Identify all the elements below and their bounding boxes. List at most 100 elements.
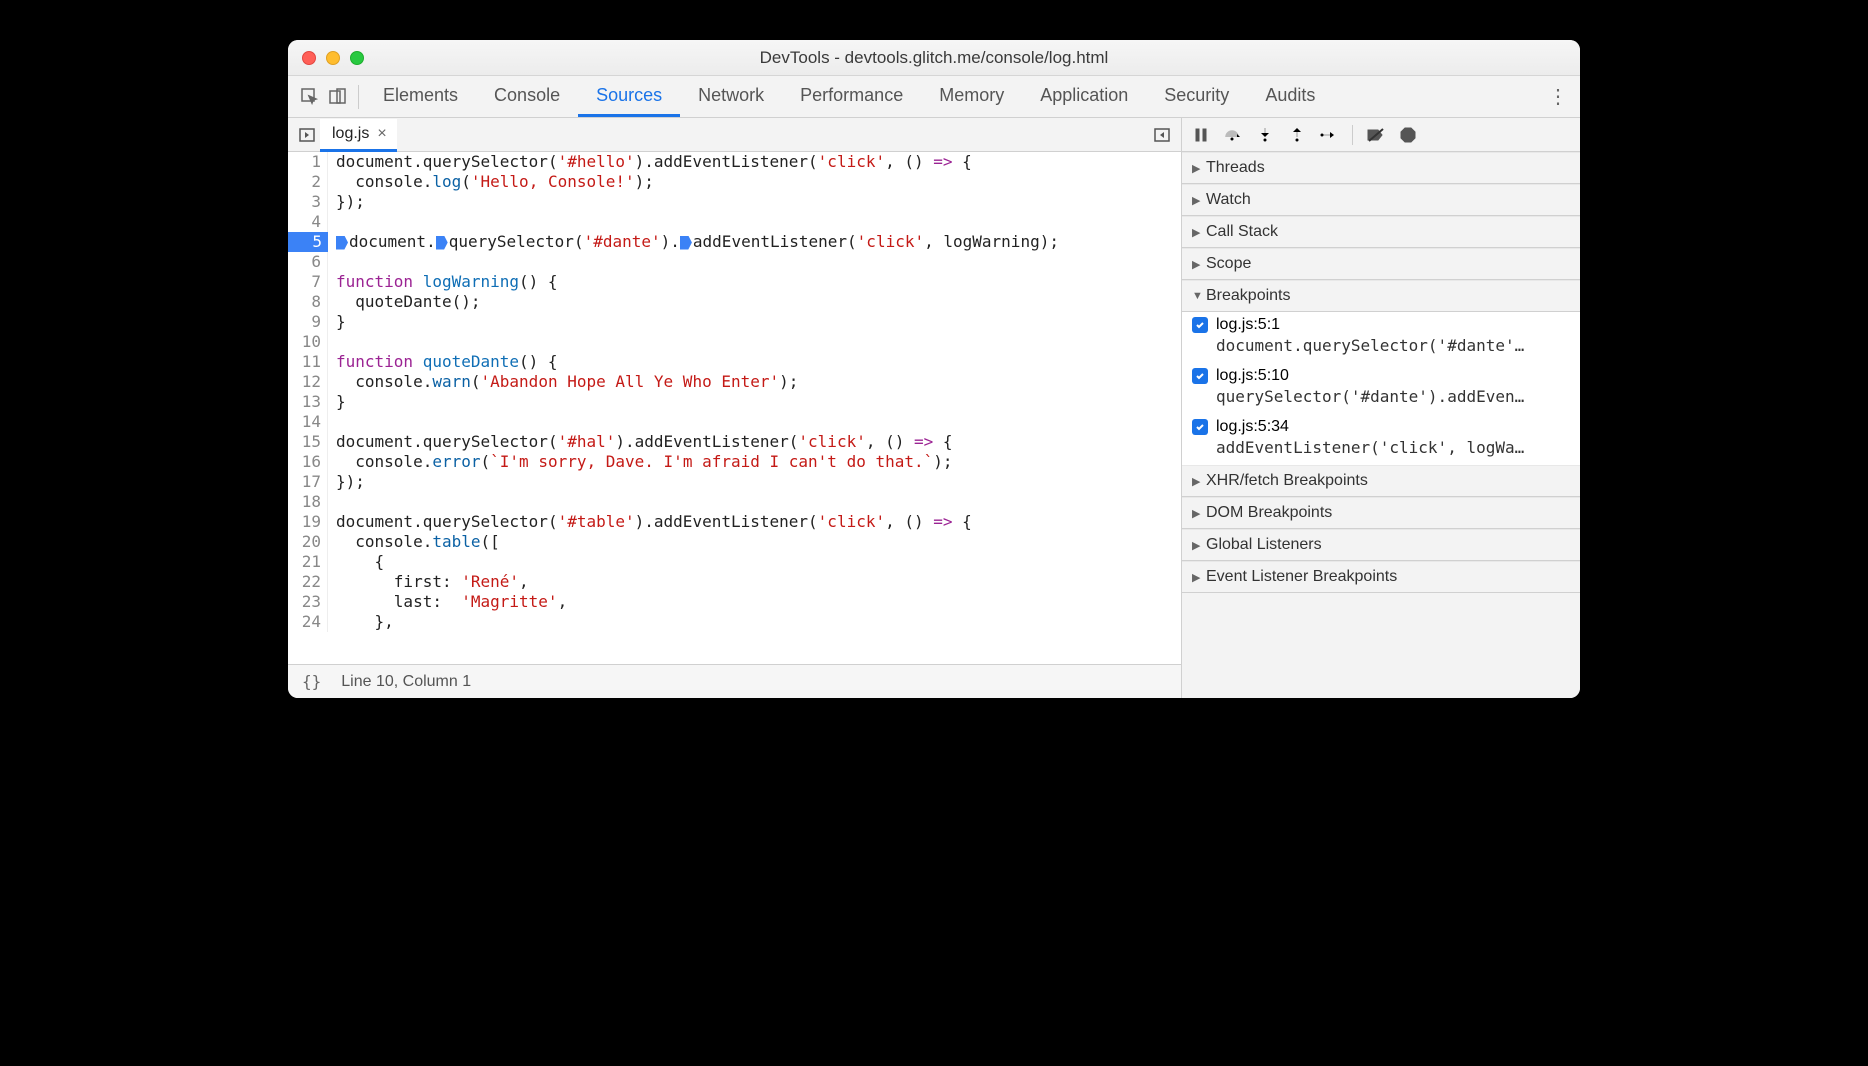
source-line[interactable]: function quoteDante() {: [328, 352, 558, 372]
gutter-line-number[interactable]: 4: [288, 212, 328, 232]
source-line[interactable]: document.querySelector('#table').addEven…: [328, 512, 972, 532]
step-out-icon[interactable]: [1286, 124, 1308, 146]
source-line[interactable]: last: 'Magritte',: [328, 592, 567, 612]
code-line: 6: [288, 252, 1181, 272]
step-into-icon[interactable]: [1254, 124, 1276, 146]
tab-console[interactable]: Console: [476, 76, 578, 117]
triangle-right-icon: ▶: [1192, 475, 1206, 488]
device-toggle-icon[interactable]: [324, 83, 352, 111]
snippets-toggle-icon[interactable]: [1149, 122, 1175, 148]
source-line[interactable]: [328, 492, 336, 512]
breakpoint-checkbox[interactable]: [1192, 368, 1208, 384]
pane-label: XHR/fetch Breakpoints: [1206, 472, 1368, 490]
code-line: 1document.querySelector('#hello').addEve…: [288, 152, 1181, 172]
breakpoint-item[interactable]: log.js:5:1document.querySelector('#dante…: [1182, 312, 1580, 363]
close-file-icon[interactable]: ×: [377, 125, 386, 143]
gutter-line-number[interactable]: 3: [288, 192, 328, 212]
source-line[interactable]: [328, 332, 336, 352]
pane-label: DOM Breakpoints: [1206, 504, 1332, 522]
source-line[interactable]: [328, 252, 336, 272]
pane-watch[interactable]: ▶Watch: [1182, 184, 1580, 216]
pane-scope[interactable]: ▶Scope: [1182, 248, 1580, 280]
gutter-line-number[interactable]: 24: [288, 612, 328, 632]
source-line[interactable]: console.warn('Abandon Hope All Ye Who En…: [328, 372, 798, 392]
gutter-line-number[interactable]: 22: [288, 572, 328, 592]
source-line[interactable]: document.querySelector('#dante').addEven…: [328, 232, 1059, 252]
source-line[interactable]: }: [328, 392, 346, 412]
breakpoint-checkbox[interactable]: [1192, 317, 1208, 333]
gutter-line-number[interactable]: 12: [288, 372, 328, 392]
source-line[interactable]: {: [328, 552, 384, 572]
pane-dom-breakpoints[interactable]: ▶DOM Breakpoints: [1182, 497, 1580, 529]
source-line[interactable]: },: [328, 612, 394, 632]
source-line[interactable]: console.log('Hello, Console!');: [328, 172, 654, 192]
gutter-line-number[interactable]: 1: [288, 152, 328, 172]
tab-network[interactable]: Network: [680, 76, 782, 117]
cursor-position: Line 10, Column 1: [341, 673, 471, 691]
pause-icon[interactable]: [1190, 124, 1212, 146]
gutter-line-number[interactable]: 18: [288, 492, 328, 512]
gutter-line-number[interactable]: 11: [288, 352, 328, 372]
tab-elements[interactable]: Elements: [365, 76, 476, 117]
code-editor[interactable]: 1document.querySelector('#hello').addEve…: [288, 152, 1181, 664]
gutter-line-number[interactable]: 17: [288, 472, 328, 492]
gutter-line-number[interactable]: 9: [288, 312, 328, 332]
gutter-line-number[interactable]: 21: [288, 552, 328, 572]
deactivate-breakpoints-icon[interactable]: [1365, 124, 1387, 146]
gutter-line-number[interactable]: 20: [288, 532, 328, 552]
gutter-line-number[interactable]: 8: [288, 292, 328, 312]
column-breakpoint-marker[interactable]: [336, 236, 348, 250]
source-line[interactable]: quoteDante();: [328, 292, 481, 312]
breakpoint-item[interactable]: log.js:5:10querySelector('#dante').addEv…: [1182, 363, 1580, 414]
gutter-line-number[interactable]: 16: [288, 452, 328, 472]
source-line[interactable]: });: [328, 472, 365, 492]
gutter-line-number[interactable]: 19: [288, 512, 328, 532]
pane-breakpoints[interactable]: ▼Breakpoints: [1182, 280, 1580, 312]
source-line[interactable]: document.querySelector('#hello').addEven…: [328, 152, 972, 172]
pane-event-listener-breakpoints[interactable]: ▶Event Listener Breakpoints: [1182, 561, 1580, 593]
source-line[interactable]: document.querySelector('#hal').addEventL…: [328, 432, 953, 452]
inspect-icon[interactable]: [296, 83, 324, 111]
navigator-toggle-icon[interactable]: [294, 122, 320, 148]
pane-threads[interactable]: ▶Threads: [1182, 152, 1580, 184]
pane-xhr-fetch-breakpoints[interactable]: ▶XHR/fetch Breakpoints: [1182, 465, 1580, 497]
file-tab-logjs[interactable]: log.js ×: [320, 119, 397, 152]
gutter-line-number[interactable]: 6: [288, 252, 328, 272]
source-line[interactable]: [328, 412, 336, 432]
pause-on-exceptions-icon[interactable]: [1397, 124, 1419, 146]
source-line[interactable]: }: [328, 312, 346, 332]
gutter-line-number[interactable]: 5: [288, 232, 328, 252]
breakpoint-checkbox[interactable]: [1192, 419, 1208, 435]
source-line[interactable]: console.table([: [328, 532, 500, 552]
source-line[interactable]: function logWarning() {: [328, 272, 558, 292]
code-line: 7function logWarning() {: [288, 272, 1181, 292]
tab-sources[interactable]: Sources: [578, 76, 680, 117]
source-line[interactable]: [328, 212, 336, 232]
gutter-line-number[interactable]: 14: [288, 412, 328, 432]
code-line: 18: [288, 492, 1181, 512]
column-breakpoint-marker[interactable]: [436, 236, 448, 250]
source-line[interactable]: console.error(`I'm sorry, Dave. I'm afra…: [328, 452, 953, 472]
pane-call-stack[interactable]: ▶Call Stack: [1182, 216, 1580, 248]
tab-application[interactable]: Application: [1022, 76, 1146, 117]
gutter-line-number[interactable]: 13: [288, 392, 328, 412]
tab-performance[interactable]: Performance: [782, 76, 921, 117]
pretty-print-icon[interactable]: {}: [302, 672, 321, 691]
more-menu-icon[interactable]: ⋮: [1544, 84, 1572, 109]
code-line: 24 },: [288, 612, 1181, 632]
tab-memory[interactable]: Memory: [921, 76, 1022, 117]
gutter-line-number[interactable]: 23: [288, 592, 328, 612]
gutter-line-number[interactable]: 15: [288, 432, 328, 452]
tab-audits[interactable]: Audits: [1247, 76, 1333, 117]
column-breakpoint-marker[interactable]: [680, 236, 692, 250]
source-line[interactable]: });: [328, 192, 365, 212]
step-icon[interactable]: [1318, 124, 1340, 146]
tab-security[interactable]: Security: [1146, 76, 1247, 117]
step-over-icon[interactable]: [1222, 124, 1244, 146]
source-line[interactable]: first: 'René',: [328, 572, 529, 592]
gutter-line-number[interactable]: 2: [288, 172, 328, 192]
gutter-line-number[interactable]: 10: [288, 332, 328, 352]
gutter-line-number[interactable]: 7: [288, 272, 328, 292]
breakpoint-item[interactable]: log.js:5:34addEventListener('click', log…: [1182, 414, 1580, 465]
pane-global-listeners[interactable]: ▶Global Listeners: [1182, 529, 1580, 561]
